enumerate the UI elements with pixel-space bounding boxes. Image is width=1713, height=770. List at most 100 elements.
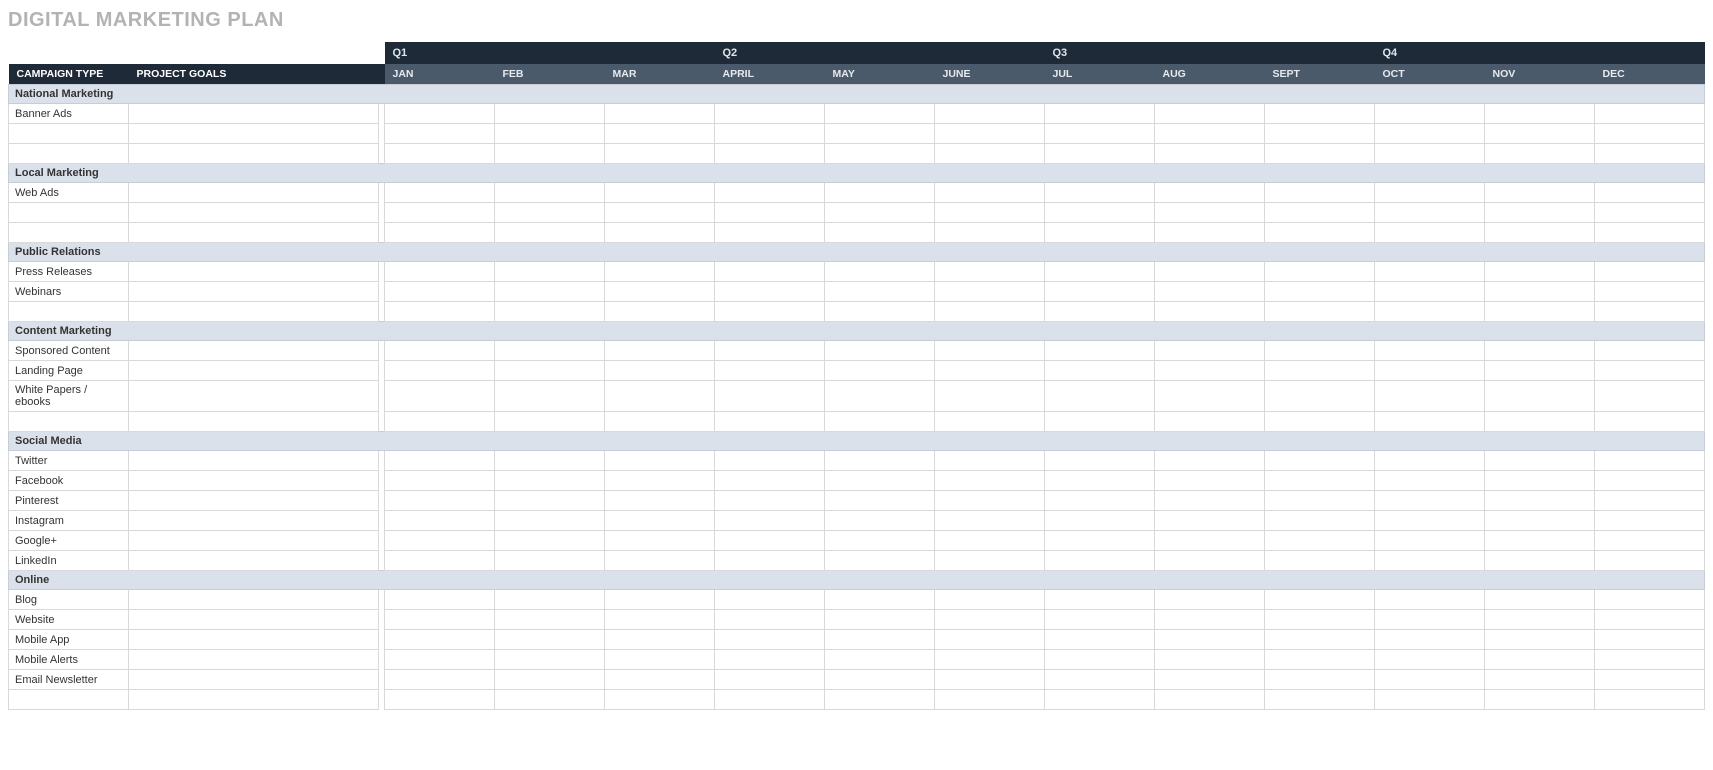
month-cell[interactable] — [1595, 223, 1705, 243]
month-cell[interactable] — [385, 124, 495, 144]
month-cell[interactable] — [495, 104, 605, 124]
month-cell[interactable] — [605, 471, 715, 491]
month-cell[interactable] — [1485, 144, 1595, 164]
month-cell[interactable] — [385, 381, 495, 412]
month-cell[interactable] — [1595, 262, 1705, 282]
campaign-name-cell[interactable]: Twitter — [9, 451, 129, 471]
project-goal-cell[interactable] — [129, 223, 379, 243]
month-cell[interactable] — [935, 511, 1045, 531]
month-cell[interactable] — [935, 361, 1045, 381]
month-cell[interactable] — [715, 361, 825, 381]
month-cell[interactable] — [1265, 630, 1375, 650]
project-goal-cell[interactable] — [129, 144, 379, 164]
project-goal-cell[interactable] — [129, 262, 379, 282]
month-cell[interactable] — [1155, 670, 1265, 690]
campaign-name-cell[interactable]: Press Releases — [9, 262, 129, 282]
month-cell[interactable] — [495, 610, 605, 630]
month-cell[interactable] — [385, 650, 495, 670]
month-cell[interactable] — [1265, 282, 1375, 302]
month-cell[interactable] — [935, 124, 1045, 144]
month-cell[interactable] — [1155, 630, 1265, 650]
month-cell[interactable] — [825, 610, 935, 630]
month-cell[interactable] — [1485, 531, 1595, 551]
month-cell[interactable] — [1045, 491, 1155, 511]
month-cell[interactable] — [1485, 104, 1595, 124]
month-cell[interactable] — [1485, 282, 1595, 302]
month-cell[interactable] — [715, 341, 825, 361]
month-cell[interactable] — [1265, 610, 1375, 630]
month-cell[interactable] — [935, 262, 1045, 282]
month-cell[interactable] — [495, 471, 605, 491]
month-cell[interactable] — [715, 144, 825, 164]
month-cell[interactable] — [605, 531, 715, 551]
month-cell[interactable] — [495, 302, 605, 322]
month-cell[interactable] — [1485, 650, 1595, 670]
month-cell[interactable] — [715, 124, 825, 144]
month-cell[interactable] — [1045, 670, 1155, 690]
month-cell[interactable] — [1595, 183, 1705, 203]
month-cell[interactable] — [1375, 412, 1485, 432]
month-cell[interactable] — [1155, 451, 1265, 471]
month-cell[interactable] — [385, 412, 495, 432]
campaign-name-cell[interactable]: Pinterest — [9, 491, 129, 511]
month-cell[interactable] — [1045, 262, 1155, 282]
month-cell[interactable] — [825, 690, 935, 710]
month-cell[interactable] — [1265, 302, 1375, 322]
campaign-name-cell[interactable] — [9, 203, 129, 223]
month-cell[interactable] — [1375, 690, 1485, 710]
month-cell[interactable] — [1595, 670, 1705, 690]
month-cell[interactable] — [1375, 361, 1485, 381]
month-cell[interactable] — [825, 451, 935, 471]
month-cell[interactable] — [1045, 690, 1155, 710]
month-cell[interactable] — [1375, 451, 1485, 471]
month-cell[interactable] — [1485, 471, 1595, 491]
month-cell[interactable] — [1265, 690, 1375, 710]
month-cell[interactable] — [495, 491, 605, 511]
month-cell[interactable] — [1155, 203, 1265, 223]
month-cell[interactable] — [1375, 341, 1485, 361]
month-cell[interactable] — [1485, 203, 1595, 223]
month-cell[interactable] — [825, 650, 935, 670]
month-cell[interactable] — [1045, 630, 1155, 650]
month-cell[interactable] — [1375, 491, 1485, 511]
month-cell[interactable] — [935, 630, 1045, 650]
project-goal-cell[interactable] — [129, 451, 379, 471]
month-cell[interactable] — [715, 282, 825, 302]
month-cell[interactable] — [825, 183, 935, 203]
month-cell[interactable] — [935, 144, 1045, 164]
month-cell[interactable] — [605, 690, 715, 710]
month-cell[interactable] — [1595, 302, 1705, 322]
month-cell[interactable] — [825, 551, 935, 571]
month-cell[interactable] — [935, 412, 1045, 432]
month-cell[interactable] — [1595, 124, 1705, 144]
campaign-name-cell[interactable]: Email Newsletter — [9, 670, 129, 690]
month-cell[interactable] — [605, 670, 715, 690]
month-cell[interactable] — [1485, 412, 1595, 432]
month-cell[interactable] — [1595, 650, 1705, 670]
month-cell[interactable] — [935, 302, 1045, 322]
month-cell[interactable] — [605, 590, 715, 610]
campaign-name-cell[interactable] — [9, 302, 129, 322]
campaign-name-cell[interactable] — [9, 223, 129, 243]
month-cell[interactable] — [825, 341, 935, 361]
month-cell[interactable] — [1595, 282, 1705, 302]
month-cell[interactable] — [385, 491, 495, 511]
month-cell[interactable] — [605, 341, 715, 361]
month-cell[interactable] — [495, 531, 605, 551]
month-cell[interactable] — [1155, 471, 1265, 491]
project-goal-cell[interactable] — [129, 670, 379, 690]
month-cell[interactable] — [495, 630, 605, 650]
project-goal-cell[interactable] — [129, 183, 379, 203]
month-cell[interactable] — [385, 531, 495, 551]
month-cell[interactable] — [1375, 262, 1485, 282]
month-cell[interactable] — [495, 183, 605, 203]
month-cell[interactable] — [605, 451, 715, 471]
month-cell[interactable] — [935, 183, 1045, 203]
month-cell[interactable] — [1045, 282, 1155, 302]
month-cell[interactable] — [1265, 104, 1375, 124]
month-cell[interactable] — [1265, 144, 1375, 164]
month-cell[interactable] — [935, 203, 1045, 223]
month-cell[interactable] — [935, 590, 1045, 610]
project-goal-cell[interactable] — [129, 302, 379, 322]
month-cell[interactable] — [1595, 451, 1705, 471]
